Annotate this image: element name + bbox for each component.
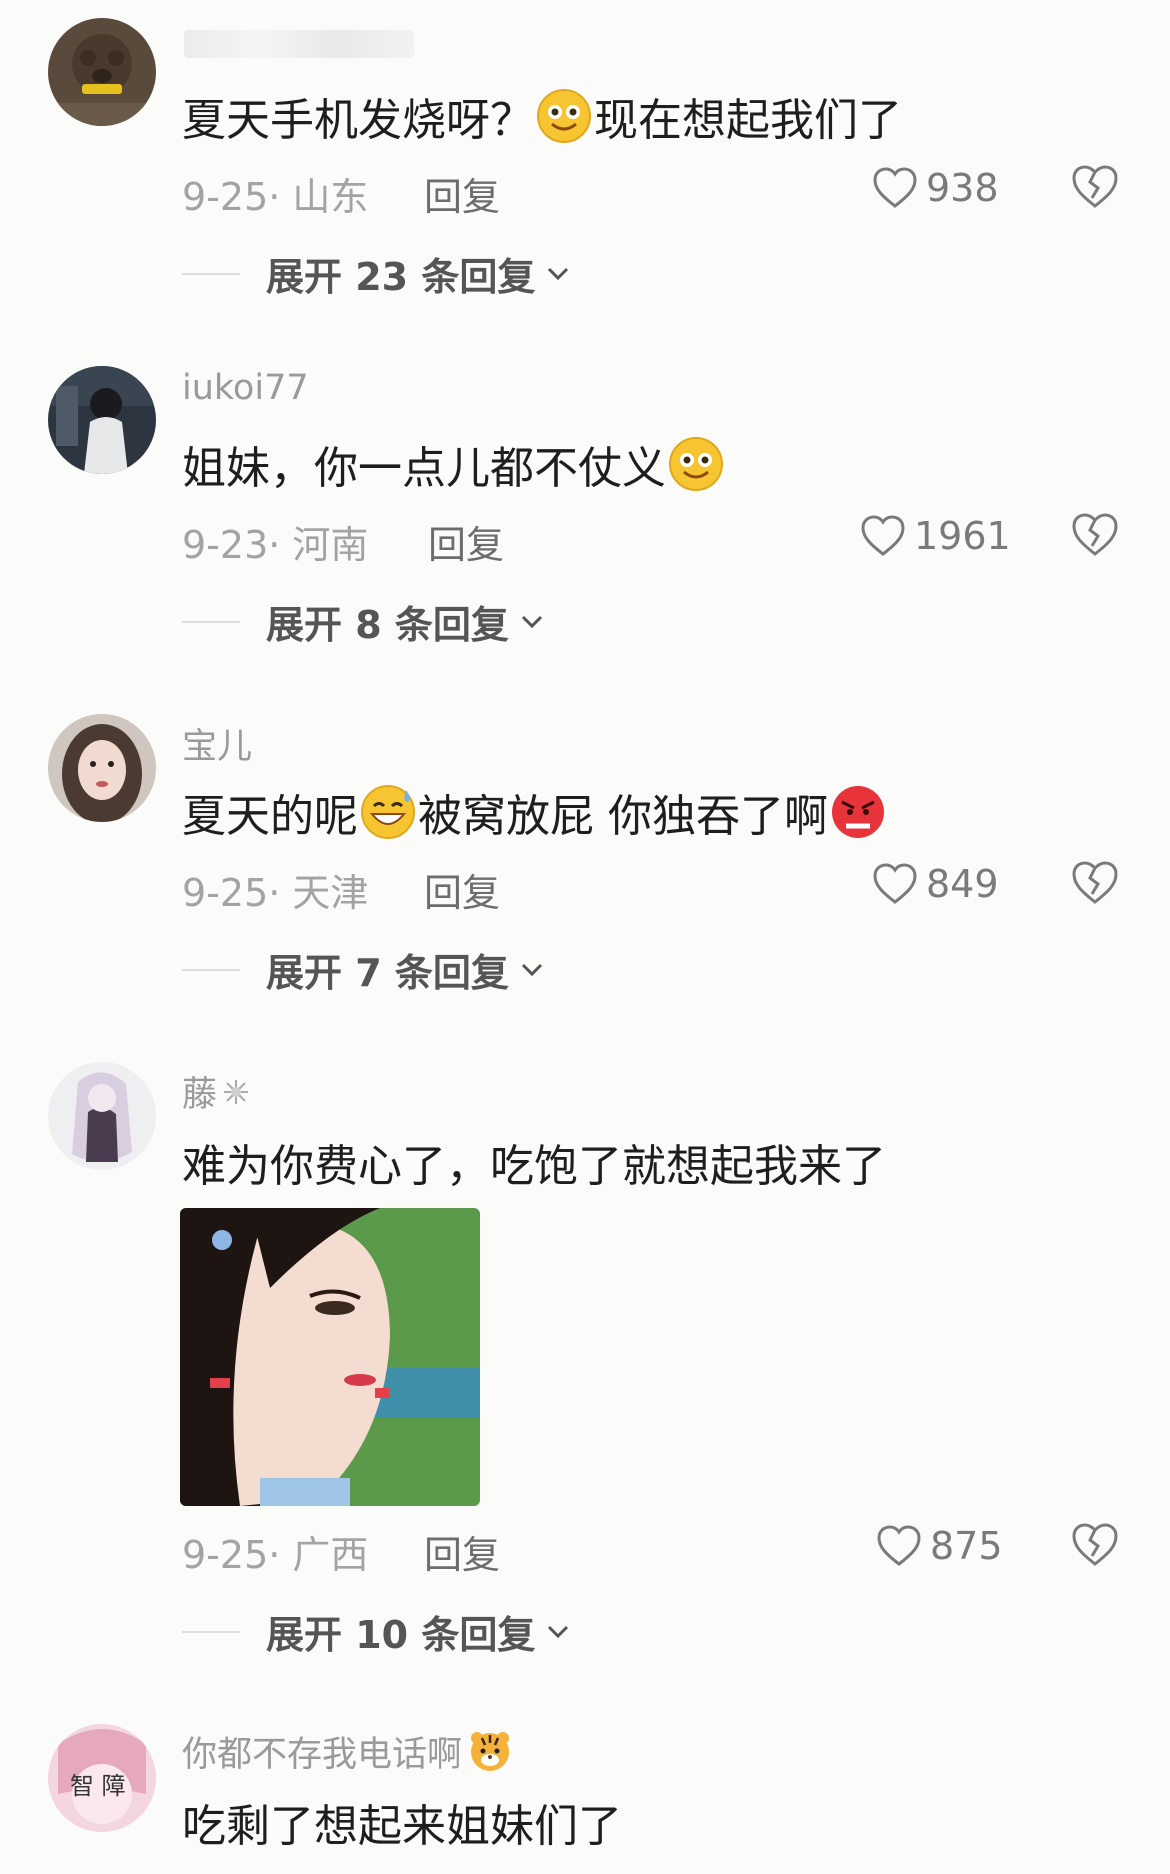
chevron-down-icon bbox=[548, 1625, 569, 1638]
comment-text: 姐妹，你一点儿都不仗义 bbox=[182, 432, 726, 496]
avatar-text: 智 障 bbox=[70, 1772, 126, 1800]
reply-button[interactable]: 回复 bbox=[424, 166, 500, 221]
username[interactable]: 宝儿 bbox=[182, 718, 252, 769]
chevron-down-icon bbox=[548, 267, 569, 280]
divider-line bbox=[182, 968, 240, 971]
avatar[interactable] bbox=[48, 366, 156, 474]
comment-text: 难为你费心了，吃饱了就想起我来了 bbox=[182, 1141, 886, 1192]
sparkle-icon bbox=[224, 1079, 249, 1104]
angry-emoji bbox=[832, 786, 884, 838]
divider-line bbox=[182, 1630, 240, 1633]
expand-replies[interactable]: 展开 10 条回复 bbox=[182, 1604, 571, 1659]
tiger-emoji bbox=[471, 1731, 510, 1771]
avatar[interactable] bbox=[48, 18, 156, 126]
like-button[interactable]: 849 bbox=[872, 856, 999, 912]
like-count: 875 bbox=[930, 1524, 1003, 1568]
reply-image[interactable] bbox=[180, 1208, 480, 1506]
comment-date-location: 9-25· 广西 bbox=[182, 1533, 369, 1577]
like-button[interactable]: 1961 bbox=[860, 508, 1011, 564]
heart-icon bbox=[861, 515, 905, 556]
expand-replies[interactable]: 展开 7 条回复 bbox=[182, 942, 545, 997]
broken-heart-icon[interactable] bbox=[1070, 1520, 1120, 1570]
expand-replies[interactable]: 展开 23 条回复 bbox=[182, 246, 571, 301]
broken-heart-icon[interactable] bbox=[1070, 162, 1120, 212]
reply-button[interactable]: 回复 bbox=[424, 1524, 500, 1579]
smile-emoji bbox=[537, 89, 591, 143]
divider-line bbox=[182, 620, 240, 623]
comment-date-location: 9-25· 天津 bbox=[182, 871, 369, 915]
smile-emoji bbox=[669, 437, 723, 491]
divider-line bbox=[182, 272, 240, 275]
like-button[interactable]: 938 bbox=[872, 160, 999, 216]
like-count: 938 bbox=[926, 166, 999, 210]
like-count: 1961 bbox=[914, 514, 1011, 558]
broken-heart-icon[interactable] bbox=[1070, 858, 1120, 908]
comment-date-location: 9-23· 河南 bbox=[182, 523, 369, 567]
comment-text: 夏天的呢 被窝放屁 你独吞了啊 bbox=[182, 780, 888, 844]
avatar[interactable] bbox=[48, 714, 156, 822]
comment-text: 夏天手机发烧呀？ 现在想起我们了 bbox=[182, 84, 902, 148]
username[interactable]: iukoi77 bbox=[182, 368, 309, 408]
heart-icon bbox=[873, 863, 917, 904]
expand-replies[interactable]: 展开 8 条回复 bbox=[182, 594, 545, 649]
sweat-smile-emoji bbox=[361, 785, 415, 839]
reply-button[interactable]: 回复 bbox=[424, 862, 500, 917]
avatar[interactable]: 智 障 bbox=[48, 1724, 156, 1832]
heart-icon bbox=[877, 1525, 921, 1566]
avatar[interactable] bbox=[48, 1062, 156, 1170]
chevron-down-icon bbox=[521, 615, 542, 628]
username-redacted bbox=[184, 30, 414, 58]
username[interactable]: 你都不存我电话啊 bbox=[182, 1726, 512, 1777]
heart-icon bbox=[873, 167, 917, 208]
like-button[interactable]: 875 bbox=[876, 1518, 1003, 1574]
comment-text: 吃剩了想起来姐妹们了 bbox=[182, 1801, 622, 1852]
username[interactable]: 藤 bbox=[182, 1066, 251, 1117]
comment-date-location: 9-25· 山东 bbox=[182, 175, 369, 219]
like-count: 849 bbox=[926, 862, 999, 906]
reply-button[interactable]: 回复 bbox=[428, 514, 504, 569]
chevron-down-icon bbox=[521, 963, 542, 976]
broken-heart-icon[interactable] bbox=[1070, 510, 1120, 560]
